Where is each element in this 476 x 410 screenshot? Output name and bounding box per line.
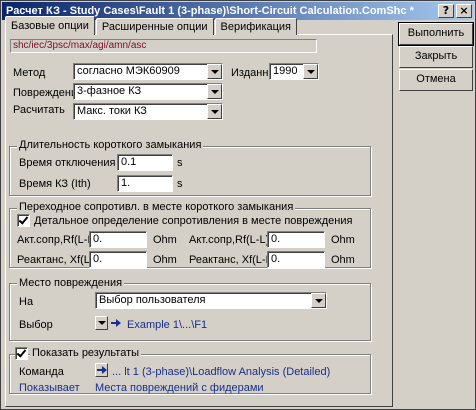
- fault-time-label: Время КЗ (Ith): [19, 178, 91, 190]
- fault-time-unit: s: [177, 178, 183, 190]
- xf-le-input[interactable]: 0.: [89, 251, 147, 268]
- command-button[interactable]: [95, 363, 108, 377]
- method-value: согласно МЭК60909: [77, 65, 180, 77]
- chevron-down-icon[interactable]: [207, 84, 222, 99]
- command-path: shc/iec/3psc/max/agi/amn/asc: [10, 39, 317, 53]
- arrow-right-icon: [96, 363, 108, 377]
- detailed-impedance-checkbox[interactable]: [17, 214, 30, 227]
- rf-ll-unit: Ohm: [331, 234, 355, 246]
- rf-le-label: Акт.сопр,Rf(L-E): [17, 234, 99, 246]
- calculate-value: Макс. токи КЗ: [77, 105, 147, 117]
- rf-le-input[interactable]: 0.: [89, 231, 147, 248]
- close-button[interactable]: Закрыть: [399, 46, 473, 68]
- shows-label: Показывает: [19, 382, 80, 394]
- method-label: Метод: [13, 67, 46, 79]
- method-select[interactable]: согласно МЭК60909: [73, 63, 223, 80]
- xf-le-unit: Ohm: [153, 254, 177, 266]
- duration-group-title: Длительность короткого замыкания: [17, 139, 204, 151]
- show-results-checkbox[interactable]: [15, 347, 28, 360]
- jump-to-selection-icon[interactable]: [110, 316, 122, 330]
- rf-le-unit: Ohm: [153, 234, 177, 246]
- cancel-button[interactable]: Отмена: [399, 69, 473, 91]
- break-time-input[interactable]: 0.1: [117, 154, 173, 171]
- xf-ll-label: Реактанс, Xf(L-L): [189, 254, 276, 266]
- break-time-label: Время отключения: [19, 157, 116, 169]
- xf-ll-unit: Ohm: [331, 254, 355, 266]
- tab-basic-options[interactable]: Базовые опции: [5, 16, 95, 35]
- location-group-title: Место повреждения: [17, 277, 125, 289]
- chevron-down-icon[interactable]: [311, 293, 326, 308]
- calculate-select[interactable]: Макс. токи КЗ: [73, 103, 223, 120]
- command-label: Команда: [19, 366, 64, 378]
- detailed-impedance-label: Детальное определение сопротивления в ме…: [34, 215, 353, 227]
- tab-verification[interactable]: Верификация: [214, 18, 298, 35]
- close-window-button[interactable]: ×: [456, 4, 472, 18]
- show-results-label: Показать результаты: [30, 347, 142, 359]
- impedance-group-title: Переходное сопротивл. в месте короткого …: [17, 201, 296, 213]
- help-button[interactable]: ?: [438, 4, 454, 18]
- break-time-unit: s: [177, 157, 183, 169]
- calculate-label: Расчитать: [13, 104, 65, 116]
- fault-type-value: 3-фазное КЗ: [77, 85, 142, 97]
- location-at-label: На: [19, 296, 34, 308]
- chevron-down-icon[interactable]: [207, 64, 222, 79]
- execute-button[interactable]: Выполнить: [398, 22, 474, 46]
- command-link[interactable]: ... lt 1 (3-phase)\Loadflow Analysis (De…: [112, 366, 330, 378]
- chevron-down-icon[interactable]: [207, 104, 222, 119]
- tab-advanced-options[interactable]: Расширенные опции: [95, 18, 214, 35]
- location-at-value: Выбор пользователя: [99, 294, 206, 306]
- rf-ll-input[interactable]: 0.: [267, 231, 325, 248]
- dialog-window: Расчет КЗ - Study Cases\Fault 1 (3-phase…: [0, 0, 476, 410]
- location-at-select[interactable]: Выбор пользователя: [95, 292, 327, 309]
- chevron-down-icon[interactable]: [303, 64, 318, 79]
- shows-value: Места повреждений с фидерами: [95, 382, 264, 394]
- selection-dropdown-button[interactable]: [95, 316, 108, 330]
- published-select[interactable]: 1990: [269, 63, 319, 80]
- selection-label: Выбор: [19, 319, 53, 331]
- published-value: 1990: [273, 65, 298, 77]
- tab-strip: Базовые опции Расширенные опции Верифика…: [5, 15, 298, 35]
- xf-ll-input[interactable]: 0.: [267, 251, 325, 268]
- rf-ll-label: Акт.сопр,Rf(L-L): [189, 234, 270, 246]
- fault-time-input[interactable]: 1.: [117, 175, 173, 192]
- selection-link[interactable]: Example 1\...\F1: [127, 319, 207, 331]
- fault-type-select[interactable]: 3-фазное КЗ: [73, 83, 223, 100]
